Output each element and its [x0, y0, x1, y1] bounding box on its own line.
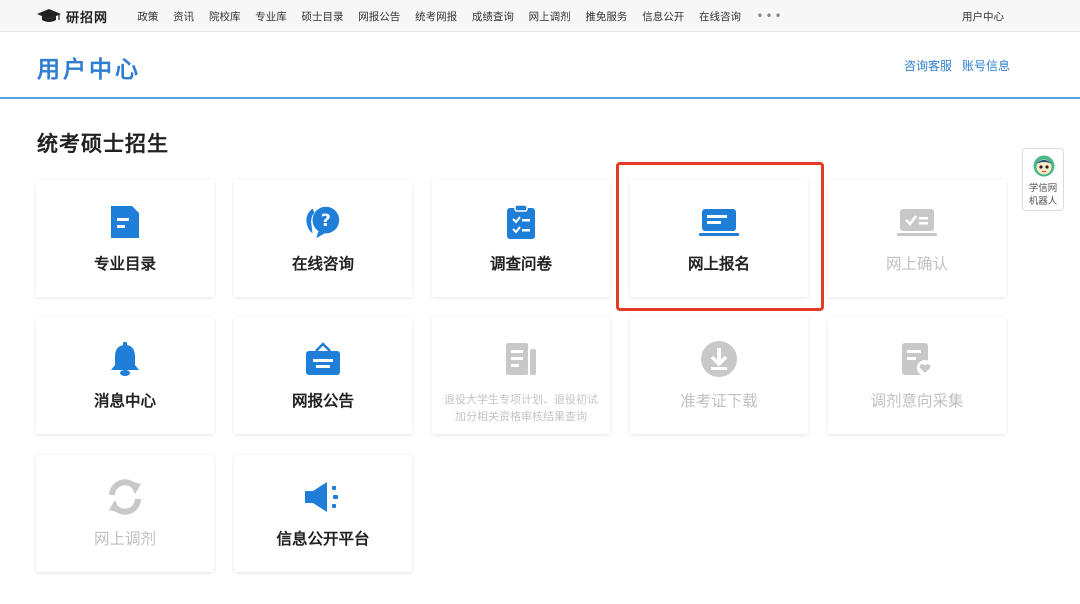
account-info-link[interactable]: 账号信息: [962, 57, 1010, 74]
card-label: 专业目录: [93, 255, 156, 273]
nav-item-news[interactable]: 资讯: [173, 9, 194, 24]
refresh-icon: [105, 477, 145, 517]
card-label: 退役大学生专项计划、退役初试加分相关资格审核结果查询: [444, 393, 598, 423]
nav-menu: 政策 资讯 院校库 专业库 硕士目录 网报公告 统考网报 成绩查询 网上调剂 推…: [130, 0, 784, 32]
card-label: 准考证下载: [680, 392, 758, 410]
nav-item-majors[interactable]: 专业库: [255, 9, 287, 24]
card-label: 网上确认: [885, 255, 948, 273]
card-label: 网上报名: [687, 255, 750, 273]
section-title: 统考硕士招生: [37, 132, 169, 156]
card-message-center[interactable]: 消息中心: [36, 317, 214, 434]
card-online-consult[interactable]: ? 在线咨询: [234, 180, 412, 297]
card-label: 调查问卷: [489, 255, 552, 273]
card-registration-announcements[interactable]: 网报公告: [234, 317, 412, 434]
robot-label-line1: 学信网: [1028, 183, 1058, 194]
customer-service-link[interactable]: 咨询客服: [904, 57, 952, 74]
card-online-confirmation[interactable]: 网上确认: [828, 180, 1006, 297]
chatbot-widget[interactable]: 学信网 机器人: [1022, 148, 1064, 211]
card-label: 在线咨询: [291, 255, 354, 273]
card-major-catalog[interactable]: 专业目录: [36, 180, 214, 297]
news-icon: [501, 339, 541, 379]
card-online-registration[interactable]: 网上报名: [630, 180, 808, 297]
card-veteran-qualification-query[interactable]: 退役大学生专项计划、退役初试加分相关资格审核结果查询: [432, 317, 610, 434]
card-admission-ticket-download[interactable]: 准考证下载: [630, 317, 808, 434]
site-logo[interactable]: 研招网: [36, 6, 108, 26]
nav-item-recommendation[interactable]: 推免服务: [585, 9, 627, 24]
card-survey[interactable]: 调查问卷: [432, 180, 610, 297]
nav-item-adjustment[interactable]: 网上调剂: [529, 9, 571, 24]
nav-item-policy[interactable]: 政策: [137, 9, 158, 24]
laptop-form-icon: [699, 202, 739, 242]
logo-text: 研招网: [66, 10, 109, 26]
nav-item-schools[interactable]: 院校库: [209, 9, 241, 24]
card-label: 调剂意向采集: [870, 392, 964, 410]
svg-text:?: ?: [321, 211, 331, 231]
graduation-cap-icon: [37, 9, 61, 22]
card-disclosure-platform[interactable]: 信息公开平台: [234, 455, 412, 572]
chat-question-icon: ?: [303, 202, 343, 242]
page-header: 用户中心 咨询客服 账号信息: [0, 32, 1080, 99]
megaphone-icon: [303, 477, 343, 517]
download-circle-icon: [699, 339, 739, 379]
document-icon: [105, 202, 145, 242]
nav-item-registration[interactable]: 统考网报: [415, 9, 457, 24]
header-links: 咨询客服 账号信息: [904, 57, 1020, 74]
card-label: 网报公告: [291, 392, 354, 410]
top-navigation: 研招网 政策 资讯 院校库 专业库 硕士目录 网报公告 统考网报 成绩查询 网上…: [0, 0, 1080, 32]
robot-label: 学信网 机器人: [1023, 182, 1063, 208]
bell-icon: [105, 339, 145, 379]
nav-item-scores[interactable]: 成绩查询: [472, 9, 514, 24]
card-check-icon: [897, 202, 937, 242]
card-adjustment-intent-collection[interactable]: 调剂意向采集: [828, 317, 1006, 434]
notice-board-icon: [303, 339, 343, 379]
card-label: 消息中心: [93, 392, 156, 410]
nav-item-announcements[interactable]: 网报公告: [358, 9, 400, 24]
nav-item-online-consult[interactable]: 在线咨询: [699, 9, 741, 24]
robot-avatar-icon: [1033, 155, 1055, 177]
robot-label-line2: 机器人: [1028, 196, 1058, 207]
nav-item-master-catalog[interactable]: 硕士目录: [302, 9, 344, 24]
more-menu-icon[interactable]: •••: [756, 9, 783, 23]
card-online-adjustment[interactable]: 网上调剂: [36, 455, 214, 572]
clipboard-check-icon: [501, 202, 541, 242]
nav-item-disclosure[interactable]: 信息公开: [642, 9, 684, 24]
user-center-link[interactable]: 用户中心: [962, 9, 1004, 24]
form-heart-icon: [897, 339, 937, 379]
page-title: 用户中心: [37, 57, 141, 83]
card-label: 信息公开平台: [276, 530, 370, 548]
card-label: 网上调剂: [93, 530, 156, 548]
